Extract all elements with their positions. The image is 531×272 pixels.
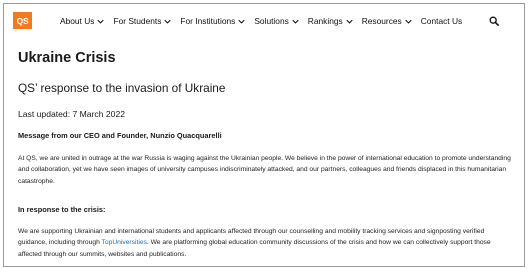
chevron-down-icon (164, 19, 172, 24)
main-menu: About Us For Students For Institutions S… (60, 4, 471, 38)
page-subtitle: QS’ response to the invasion of Ukraine (18, 81, 226, 95)
nav-rankings-label: Rankings (307, 16, 343, 26)
chevron-down-icon (97, 19, 105, 24)
chevron-down-icon (346, 19, 353, 24)
nav-contact-us-label: Contact Us (420, 16, 463, 26)
browser-viewport: QS About Us For Students For Institution… (3, 3, 525, 267)
last-updated: Last updated: 7 March 2022 (18, 109, 126, 119)
nav-about-us-label: About Us (60, 16, 95, 26)
top-navigation: QS About Us For Students For Institution… (4, 4, 524, 38)
message-heading: Message from our CEO and Founder, Nunzio… (18, 131, 222, 140)
paragraph-support: We are supporting Ukrainian and internat… (18, 226, 513, 260)
search-icon[interactable] (489, 16, 499, 26)
nav-rankings[interactable]: Rankings (308, 16, 353, 26)
page-title: Ukraine Crisis (18, 50, 116, 66)
nav-about-us[interactable]: About Us (60, 16, 105, 26)
paragraph-outrage: At QS, we are united in outrage at the w… (18, 155, 511, 185)
nav-resources[interactable]: Resources (362, 16, 412, 26)
chevron-down-icon (238, 19, 246, 24)
nav-resources-label: Resources (361, 16, 402, 26)
topuniversities-link[interactable]: TopUniversities (102, 239, 147, 246)
nav-for-students[interactable]: For Students (113, 16, 172, 26)
nav-for-students-label: For Students (113, 16, 162, 26)
nav-solutions[interactable]: Solutions (254, 16, 299, 26)
nav-contact-us[interactable]: Contact Us (421, 16, 462, 26)
nav-for-institutions-label: For Institutions (180, 16, 236, 26)
chevron-down-icon (405, 19, 412, 24)
chevron-down-icon (292, 19, 299, 24)
qs-logo[interactable]: QS (13, 12, 32, 29)
nav-for-institutions[interactable]: For Institutions (180, 16, 246, 26)
nav-solutions-label: Solutions (254, 16, 289, 26)
response-heading: In response to the crisis: (18, 205, 106, 214)
